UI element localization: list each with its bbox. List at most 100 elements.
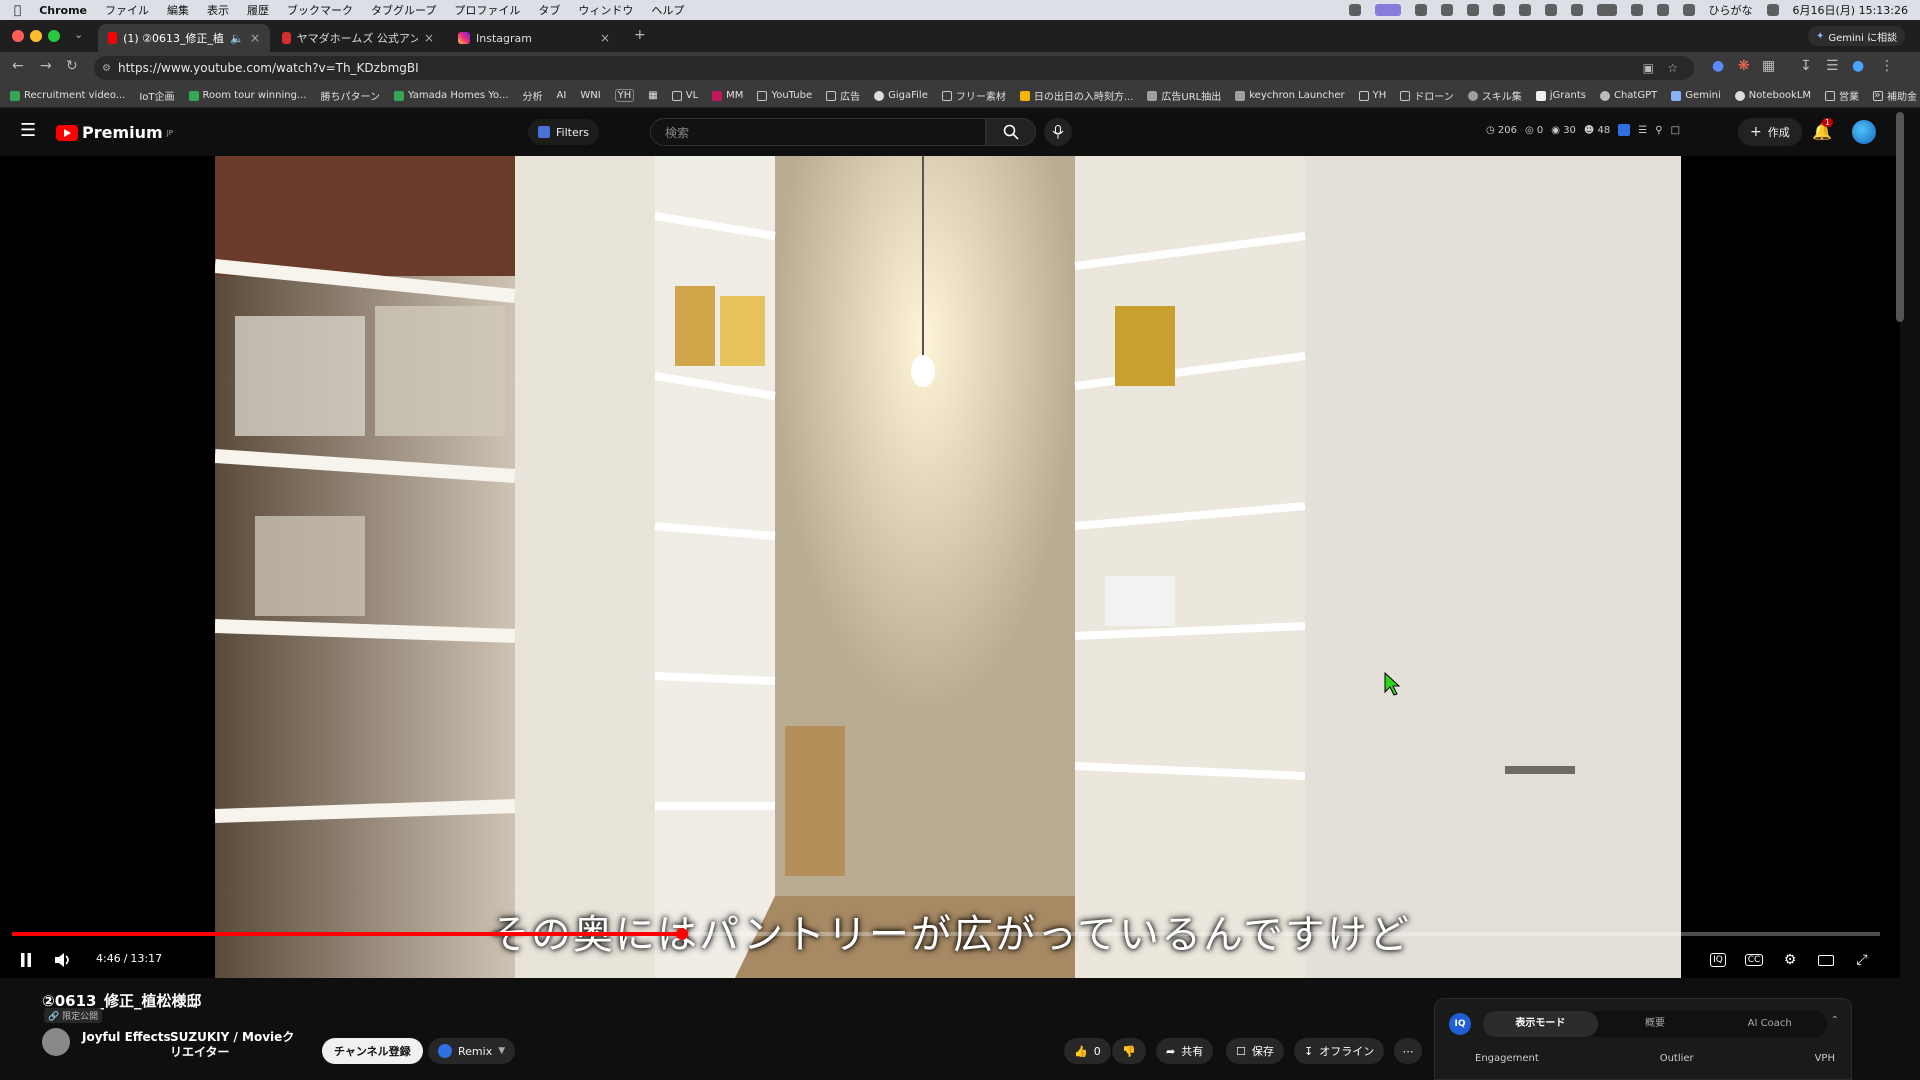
- video-frame[interactable]: [215, 156, 1681, 978]
- bookmark[interactable]: NotebookLM: [1734, 90, 1811, 101]
- status-icon[interactable]: [1374, 4, 1401, 16]
- menu-window[interactable]: ウィンドウ: [578, 2, 633, 18]
- reload-icon[interactable]: ↻: [66, 58, 78, 74]
- remix-button[interactable]: Remix ▼: [428, 1038, 516, 1064]
- search-input[interactable]: 検索: [650, 118, 986, 146]
- status-icon[interactable]: [1518, 4, 1531, 16]
- notifications-button[interactable]: 🔔 1: [1812, 118, 1834, 141]
- subtitles-button[interactable]: CC: [1742, 948, 1766, 972]
- bookmark-folder[interactable]: YH: [1358, 90, 1386, 101]
- channel-avatar[interactable]: [42, 1028, 70, 1056]
- extension-icon[interactable]: ●: [1712, 58, 1724, 74]
- bookmark-apps-icon[interactable]: ▦: [648, 90, 657, 101]
- wifi-icon[interactable]: [1682, 4, 1695, 16]
- tab-ai-coach[interactable]: AI Coach: [1712, 1011, 1827, 1037]
- bookmark[interactable]: jGrants: [1535, 90, 1586, 101]
- extension-icon[interactable]: ☰: [1638, 125, 1647, 136]
- control-center-icon[interactable]: [1766, 4, 1779, 16]
- chrome-menu-icon[interactable]: ⋮: [1880, 58, 1894, 74]
- theater-mode-button[interactable]: [1814, 948, 1838, 972]
- bluetooth-icon[interactable]: [1656, 4, 1669, 16]
- bookmark[interactable]: GigaFile: [874, 90, 928, 101]
- menu-bookmarks[interactable]: ブックマーク: [287, 2, 353, 18]
- extension-icon[interactable]: □: [1671, 125, 1680, 136]
- extension-icon[interactable]: ❋: [1738, 58, 1750, 74]
- close-tab-icon[interactable]: ×: [600, 31, 610, 45]
- input-method[interactable]: ひらがな: [1709, 2, 1753, 18]
- address-bar[interactable]: ⚙ https://www.youtube.com/watch?v=Th_KDz…: [94, 56, 1694, 80]
- voice-search-button[interactable]: [1044, 118, 1072, 146]
- menu-help[interactable]: ヘルプ: [651, 2, 684, 18]
- bookmark[interactable]: ChatGPT: [1599, 90, 1657, 101]
- close-tab-icon[interactable]: ×: [424, 31, 434, 45]
- tab-display-mode[interactable]: 表示モード: [1483, 1011, 1598, 1037]
- bookmark[interactable]: YH: [614, 89, 635, 102]
- bookmark-folder[interactable]: ドローン: [1400, 88, 1454, 103]
- status-icon[interactable]: [1348, 4, 1361, 16]
- close-window-button[interactable]: [12, 30, 24, 42]
- filters-button[interactable]: Filters: [528, 119, 599, 145]
- tab-yamada[interactable]: ヤマダホームズ 公式アンバサダー ×: [272, 24, 444, 52]
- menu-view[interactable]: 表示: [207, 2, 229, 18]
- pause-button[interactable]: [14, 948, 38, 972]
- tab-search-icon[interactable]: ⌄: [74, 28, 83, 41]
- bookmark[interactable]: WNI: [580, 90, 600, 101]
- status-icon[interactable]: [1440, 4, 1453, 16]
- extensions-puzzle-icon[interactable]: ▦: [1762, 58, 1775, 74]
- menu-edit[interactable]: 編集: [167, 2, 189, 18]
- bookmark[interactable]: 勝ちパターン: [320, 88, 380, 103]
- bookmark[interactable]: AI: [557, 90, 567, 101]
- bookmark[interactable]: IoT企画: [139, 88, 174, 103]
- site-info-icon[interactable]: ⚙: [102, 63, 111, 74]
- extension-icon[interactable]: [1618, 124, 1631, 136]
- profile-icon[interactable]: ●: [1852, 58, 1864, 74]
- speaker-icon[interactable]: 🔈: [230, 32, 244, 45]
- youtube-logo[interactable]: Premium JP: [56, 123, 173, 142]
- offline-button[interactable]: ↧ オフライン: [1294, 1038, 1385, 1064]
- status-icon[interactable]: [1570, 4, 1583, 16]
- tab-youtube[interactable]: (1) ②0613_修正_植松様邸 🔈 ×: [98, 24, 270, 52]
- menu-tabgroups[interactable]: タブグループ: [371, 2, 436, 18]
- tab-overview[interactable]: 概要: [1598, 1011, 1713, 1037]
- menu-history[interactable]: 履歴: [247, 2, 269, 18]
- search-button[interactable]: [986, 118, 1036, 146]
- bookmark[interactable]: Recruitment video...: [10, 90, 125, 101]
- bookmark[interactable]: Yamada Homes Yo...: [393, 90, 509, 101]
- bookmark[interactable]: 広告URL抽出: [1147, 88, 1221, 103]
- create-button[interactable]: + 作成: [1738, 118, 1802, 146]
- bookmark-folder[interactable]: 営業: [1825, 88, 1859, 103]
- extension-player-button[interactable]: IQ: [1706, 948, 1730, 972]
- settings-button[interactable]: ⚙: [1778, 948, 1802, 972]
- menubar-clock[interactable]: 6月16日(月) 15:13:26: [1793, 2, 1908, 18]
- tab-instagram[interactable]: Instagram ×: [448, 24, 620, 52]
- bookmark-folder[interactable]: フリー素材: [941, 88, 1006, 103]
- bookmark-folder[interactable]: 広告: [826, 88, 860, 103]
- bookmark-star-icon[interactable]: ☆: [1667, 61, 1678, 75]
- status-icon[interactable]: [1466, 4, 1479, 16]
- menu-tab[interactable]: タブ: [538, 2, 560, 18]
- media-control-icon[interactable]: ☰: [1826, 58, 1839, 74]
- bookmark[interactable]: 分析: [523, 88, 543, 103]
- extension-icon[interactable]: ⚲: [1655, 125, 1662, 136]
- back-icon[interactable]: ←: [12, 58, 24, 74]
- dislike-button[interactable]: 👎: [1112, 1038, 1146, 1064]
- status-icon[interactable]: [1544, 4, 1557, 16]
- bookmark[interactable]: 日の出日の入時刻方...: [1019, 88, 1133, 103]
- apple-menu-icon[interactable]: : [14, 3, 21, 17]
- progress-bar[interactable]: [12, 928, 1880, 940]
- minimize-window-button[interactable]: [30, 30, 42, 42]
- collapse-icon[interactable]: ⌃: [1831, 1015, 1839, 1026]
- like-button[interactable]: 👍 0: [1064, 1038, 1111, 1064]
- fullscreen-button[interactable]: ⤢: [1850, 948, 1874, 972]
- share-button[interactable]: ➦ 共有: [1156, 1038, 1214, 1064]
- bookmark[interactable]: MM: [712, 90, 743, 101]
- bookmark-folder[interactable]: VL: [671, 90, 698, 101]
- video-player[interactable]: その奥にはパントリーが広がっているんですけど 4:46 / 13:17 IQ C…: [0, 156, 1900, 978]
- save-button[interactable]: ☐ 保存: [1226, 1038, 1284, 1064]
- bookmark[interactable]: keychron Launcher: [1235, 90, 1345, 101]
- volume-icon[interactable]: [1630, 4, 1643, 16]
- bookmarks-overflow-icon[interactable]: »: [1874, 88, 1881, 101]
- bookmark[interactable]: Room tour winning...: [188, 90, 306, 101]
- forward-icon[interactable]: →: [40, 58, 52, 74]
- download-icon[interactable]: ↧: [1800, 58, 1812, 74]
